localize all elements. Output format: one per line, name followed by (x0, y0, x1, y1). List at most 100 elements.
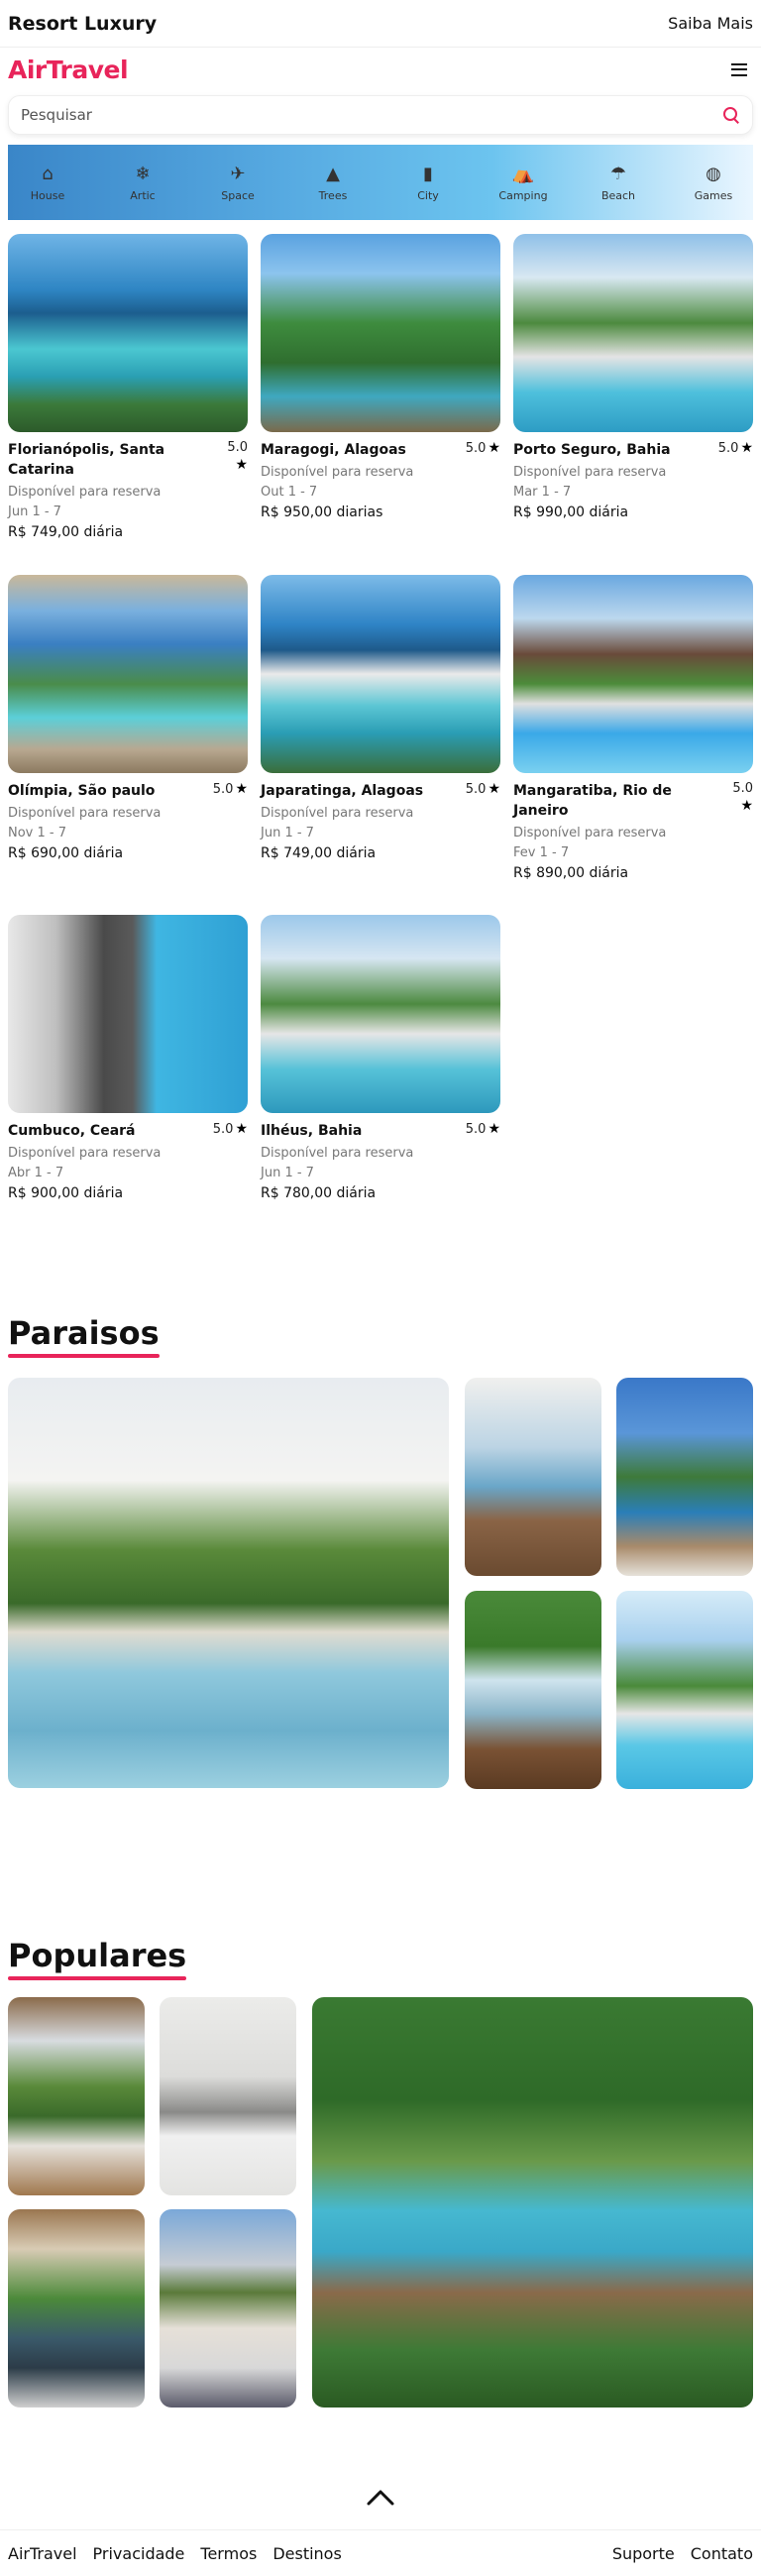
listing-card[interactable]: Mangaratiba, Rio de Janeiro 5.0 ★ Disponí… (513, 575, 753, 881)
listing-dates: Out 1 - 7 (261, 485, 318, 500)
category-trees[interactable]: ▲ Trees (293, 164, 373, 202)
chevron-up-icon[interactable] (365, 2486, 396, 2510)
category-space[interactable]: ✈ Space (198, 164, 277, 202)
category-artic[interactable]: ❄ Artic (103, 164, 182, 202)
footer-link-airtravel[interactable]: AirTravel (8, 2544, 77, 2563)
footer-link-destinations[interactable]: Destinos (272, 2544, 341, 2563)
listing-card[interactable]: Ilhéus, Bahia 5.0 ★ Disponível para reser… (261, 915, 500, 1201)
listing-card[interactable]: Cumbuco, Ceará 5.0 ★ Disponível para rese… (8, 915, 248, 1201)
logo[interactable]: AirTravel (8, 56, 129, 84)
gallery-photo[interactable] (8, 1378, 449, 1788)
gallery-photo[interactable] (465, 1591, 601, 1789)
listing-rating: 5.0 ★ (732, 781, 753, 814)
search-icon[interactable] (722, 106, 740, 124)
gallery-photo[interactable] (616, 1591, 753, 1789)
rating-value: 5.0 (212, 781, 234, 797)
section-title-paraisos: Paraisos (8, 1314, 160, 1358)
listing-rating: 5.0 ★ (213, 1121, 248, 1137)
star-icon: ★ (488, 781, 500, 797)
category-label: Beach (600, 188, 636, 202)
footer-link-contact[interactable]: Contato (691, 2544, 753, 2563)
section-underline (8, 1976, 187, 1980)
category-house[interactable]: ⌂ House (8, 164, 87, 202)
listing-availability: Disponível para reserva (261, 1146, 414, 1161)
gallery-photo[interactable] (8, 2209, 145, 2408)
gallery-photo[interactable] (160, 1997, 296, 2195)
category-label: City (417, 188, 439, 202)
section-underline (8, 1354, 160, 1358)
listing-title: Olímpia, São paulo (8, 783, 156, 799)
listing-dates: Mar 1 - 7 (513, 485, 572, 500)
listing-availability: Disponível para reserva (8, 1146, 162, 1161)
search-bar (8, 95, 753, 135)
listing-price: R$ 749,00 diária (261, 845, 377, 861)
category-label: House (30, 188, 65, 202)
star-icon: ★ (235, 1121, 248, 1137)
listing-price: R$ 780,00 diária (261, 1185, 377, 1201)
listing-rating: 5.0 ★ (466, 1121, 500, 1137)
nav-bar: AirTravel (0, 48, 761, 91)
listing-rating: 5.0 ★ (466, 781, 500, 797)
category-games[interactable]: ◍ Games (674, 164, 753, 202)
category-label: Trees (318, 188, 348, 202)
section-title-populares: Populares (8, 1937, 187, 1980)
gallery-photo[interactable] (8, 1997, 145, 2195)
star-icon: ★ (235, 457, 248, 473)
gallery-photo[interactable] (160, 2209, 296, 2408)
category-city[interactable]: ▮ City (388, 164, 468, 202)
category-beach[interactable]: ☂ Beach (579, 164, 658, 202)
gallery-photo[interactable] (616, 1378, 753, 1576)
tent-icon: ⛺ (511, 163, 535, 184)
category-camping[interactable]: ⛺ Camping (484, 164, 563, 202)
listing-availability: Disponível para reserva (513, 465, 667, 480)
listing-photo[interactable] (261, 234, 500, 432)
footer-link-terms[interactable]: Termos (200, 2544, 257, 2563)
listing-card[interactable]: Maragogi, Alagoas 5.0 ★ Disponível para r… (261, 234, 500, 520)
site-brand[interactable]: Resort Luxury (8, 13, 157, 35)
listing-dates: Abr 1 - 7 (8, 1166, 64, 1180)
listing-rating: 5.0 ★ (213, 781, 248, 797)
listing-title: Ilhéus, Bahia (261, 1123, 363, 1139)
listing-photo[interactable] (8, 575, 248, 773)
menu-icon[interactable] (731, 62, 747, 76)
listing-photo[interactable] (513, 575, 753, 773)
footer: AirTravel Privacidade Termos Destinos Su… (0, 2529, 761, 2576)
listing-availability: Disponível para reserva (8, 806, 162, 821)
rocket-icon: ✈ (230, 163, 246, 184)
listing-card[interactable]: Olímpia, São paulo 5.0 ★ Disponível para … (8, 575, 248, 861)
listing-card[interactable]: Florianópolis, Santa Catarina 5.0 ★ Dispo… (8, 234, 248, 540)
listing-photo[interactable] (261, 915, 500, 1113)
star-icon: ★ (740, 798, 753, 814)
rating-value: 5.0 (717, 440, 739, 456)
listing-photo[interactable] (8, 234, 248, 432)
listing-price: R$ 890,00 diária (513, 865, 629, 881)
listing-title: Mangaratiba, Rio de Janeiro (513, 783, 672, 819)
gallery-photo[interactable] (465, 1378, 601, 1576)
listing-title: Japaratinga, Alagoas (261, 783, 424, 799)
footer-link-support[interactable]: Suporte (612, 2544, 675, 2563)
listing-title: Cumbuco, Ceará (8, 1123, 136, 1139)
rating-value: 5.0 (732, 781, 753, 796)
rating-value: 5.0 (227, 440, 248, 455)
learn-more-link[interactable]: Saiba Mais (668, 14, 753, 33)
rating-value: 5.0 (465, 440, 487, 456)
listing-title: Maragogi, Alagoas (261, 442, 406, 458)
listing-card[interactable]: Porto Seguro, Bahia 5.0 ★ Disponível para… (513, 234, 753, 520)
listing-photo[interactable] (261, 575, 500, 773)
building-icon: ▮ (423, 163, 433, 184)
listing-availability: Disponível para reserva (513, 826, 667, 840)
listing-dates: Jun 1 - 7 (261, 826, 314, 840)
listing-price: R$ 749,00 diária (8, 524, 124, 540)
listing-card[interactable]: Japaratinga, Alagoas 5.0 ★ Disponível par… (261, 575, 500, 861)
listing-photo[interactable] (513, 234, 753, 432)
snowflake-icon: ❄ (135, 163, 151, 184)
listing-availability: Disponível para reserva (8, 485, 162, 500)
listing-price: R$ 900,00 diária (8, 1185, 124, 1201)
gallery-photo[interactable] (312, 1997, 753, 2408)
category-bar: ⌂ House ❄ Artic ✈ Space ▲ Trees ▮ City ⛺ Campi… (8, 145, 753, 220)
category-label: Games (694, 188, 733, 202)
listing-photo[interactable] (8, 915, 248, 1113)
star-icon: ★ (488, 1121, 500, 1137)
footer-link-privacy[interactable]: Privacidade (93, 2544, 185, 2563)
search-input[interactable] (21, 106, 695, 124)
